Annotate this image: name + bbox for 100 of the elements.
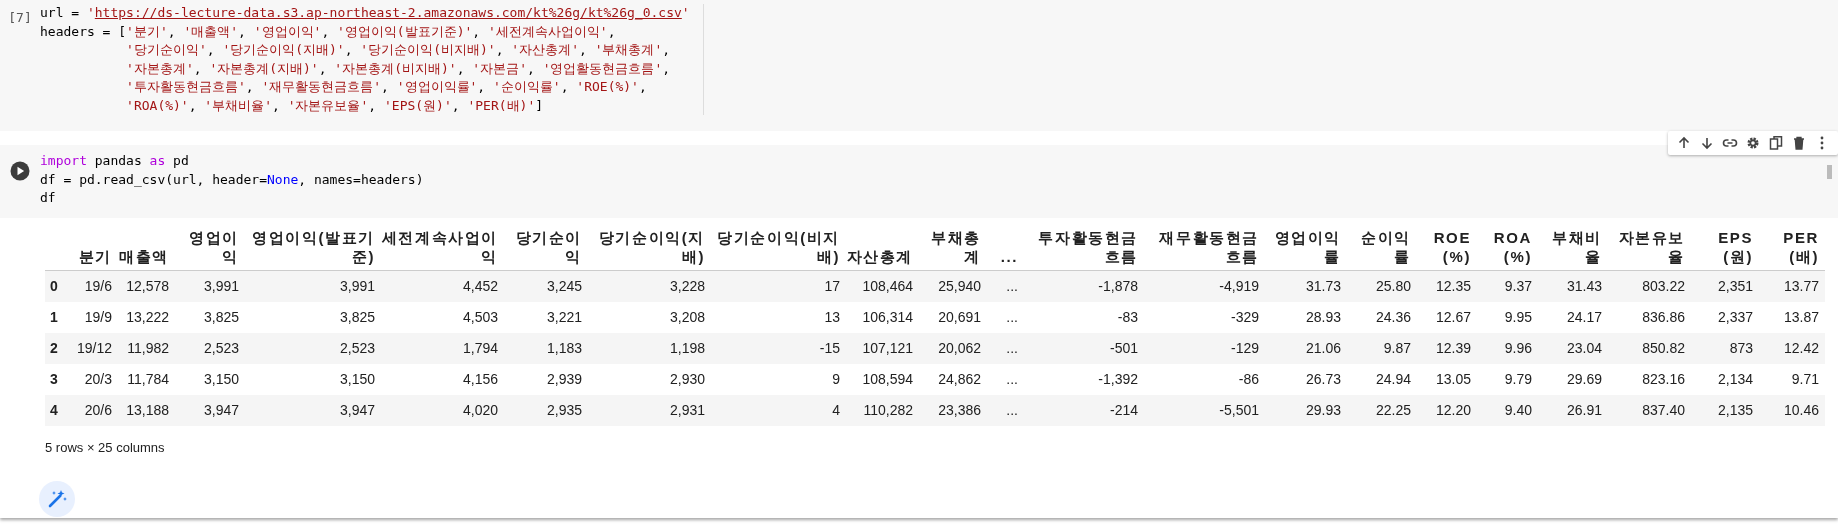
table-cell: ... bbox=[987, 394, 1024, 426]
table-cell: 1,794 bbox=[381, 332, 504, 364]
table-cell: 3,825 bbox=[175, 301, 245, 333]
column-header: 영업이익(발표기준) bbox=[245, 227, 381, 270]
code-line: '자본총계', '자본총계(지배)', '자본총계(비지배)', '자본금', '영업활동현금흐름', bbox=[125, 59, 671, 78]
trash-icon[interactable] bbox=[1791, 135, 1807, 151]
table-cell: 2,337 bbox=[1691, 301, 1759, 333]
table-cell: 20,062 bbox=[919, 332, 987, 364]
table-cell: 12.42 bbox=[1759, 332, 1825, 364]
table-cell: 12.39 bbox=[1417, 332, 1477, 364]
table-cell: 9.87 bbox=[1347, 332, 1417, 364]
execution-count: [7] bbox=[8, 10, 32, 27]
table-cell: 29.93 bbox=[1265, 394, 1347, 426]
table-cell: 12.67 bbox=[1417, 301, 1477, 333]
table-cell: 3,245 bbox=[504, 270, 588, 302]
table-cell: 12,578 bbox=[118, 270, 175, 302]
code-line: 'ROA(%)', '부채비율', '자본유보율', 'EPS(원)', 'PER(배)'] bbox=[125, 96, 544, 115]
table-cell: 4,156 bbox=[381, 363, 504, 395]
table-cell: 31.73 bbox=[1265, 270, 1347, 302]
table-cell: 3,228 bbox=[588, 270, 711, 302]
table-cell: -5,501 bbox=[1144, 394, 1265, 426]
table-cell: 20/3 bbox=[68, 363, 118, 395]
table-cell: 850.82 bbox=[1608, 332, 1691, 364]
magic-wand-button[interactable] bbox=[39, 480, 75, 517]
table-cell: -329 bbox=[1144, 301, 1265, 333]
table-cell: 13.05 bbox=[1417, 363, 1477, 395]
row-index: 2 bbox=[45, 332, 68, 364]
table-cell: ... bbox=[987, 301, 1024, 333]
column-header: 투자활동현금흐름 bbox=[1024, 227, 1144, 270]
table-cell: 3,221 bbox=[504, 301, 588, 333]
table-cell: 3,208 bbox=[588, 301, 711, 333]
table-cell: 3,150 bbox=[175, 363, 245, 395]
column-header: 매출액 bbox=[118, 227, 175, 270]
table-cell: 2,351 bbox=[1691, 270, 1759, 302]
down-arrow-icon[interactable] bbox=[1699, 135, 1715, 151]
table-cell: 12.20 bbox=[1417, 394, 1477, 426]
column-header: 부채비율 bbox=[1538, 227, 1608, 270]
code-line: '당기순이익', '당기순이익(지배)', '당기순이익(비지배)', '자산총계', '부채총계', bbox=[125, 41, 671, 59]
table-cell: 13.87 bbox=[1759, 301, 1825, 333]
table-cell: 11,784 bbox=[118, 363, 175, 395]
table-cell: 9 bbox=[711, 363, 846, 395]
table-cell: 2,134 bbox=[1691, 363, 1759, 395]
table-cell: 4,503 bbox=[381, 301, 504, 333]
table-cell: 108,464 bbox=[846, 270, 919, 302]
row-column-count: 5 rows × 25 columns bbox=[45, 439, 166, 455]
column-header: 영업이익률 bbox=[1265, 227, 1347, 270]
table-cell: -4,919 bbox=[1144, 270, 1265, 302]
column-header: 당기순이익 bbox=[504, 227, 588, 270]
table-cell: 2,523 bbox=[175, 332, 245, 364]
url-link[interactable]: https://ds-lecture-data.s3.ap-northeast-2.amazonaws.com/kt%26g/kt%26g_0.csv bbox=[94, 5, 682, 20]
table-cell: 19/12 bbox=[68, 332, 118, 364]
table-cell: 22.25 bbox=[1347, 394, 1417, 426]
table-cell: 3,150 bbox=[245, 363, 381, 395]
table-cell: 23.04 bbox=[1538, 332, 1608, 364]
table-cell: 28.93 bbox=[1265, 301, 1347, 333]
table-cell: 9.79 bbox=[1477, 363, 1538, 395]
table-cell: 2,135 bbox=[1691, 394, 1759, 426]
table-cell: 13,222 bbox=[118, 301, 175, 333]
column-header: 당기순이익(비지배) bbox=[711, 227, 846, 270]
table-cell: 836.86 bbox=[1608, 301, 1691, 333]
column-header: EPS(원) bbox=[1691, 227, 1759, 270]
table-cell: 2,523 bbox=[245, 332, 381, 364]
table-cell: 1,183 bbox=[504, 332, 588, 364]
column-header: 분기 bbox=[68, 227, 118, 270]
scrollbar[interactable] bbox=[1827, 165, 1832, 179]
table-cell: 837.40 bbox=[1608, 394, 1691, 426]
run-button[interactable] bbox=[10, 161, 30, 181]
table-cell: 24.36 bbox=[1347, 301, 1417, 333]
table-cell: 9.37 bbox=[1477, 270, 1538, 302]
column-header: 영업이익 bbox=[175, 227, 245, 270]
table-cell: 873 bbox=[1691, 332, 1759, 364]
table-cell: 3,947 bbox=[175, 394, 245, 426]
table-cell: 2,935 bbox=[504, 394, 588, 426]
table-cell: 107,121 bbox=[846, 332, 919, 364]
table-cell: 9.71 bbox=[1759, 363, 1825, 395]
table-cell: 2,930 bbox=[588, 363, 711, 395]
code-line: df = pd.read_csv(url, header=None, names=headers) bbox=[40, 170, 424, 189]
table-cell: 13 bbox=[711, 301, 846, 333]
table-cell: 19/9 bbox=[68, 301, 118, 333]
code-line: headers = ['분기', '매출액', '영업이익', '영업이익(발표기준)', '세전계속사업이익', bbox=[40, 22, 616, 41]
table-cell: 20/6 bbox=[68, 394, 118, 426]
table-cell: 108,594 bbox=[846, 363, 919, 395]
table-cell: 29.69 bbox=[1538, 363, 1608, 395]
code-line: url = 'https://ds-lecture-data.s3.ap-northeast-2.amazonaws.com/kt%26g/kt%26g_0.csv' bbox=[40, 4, 690, 22]
table-cell: 24.17 bbox=[1538, 301, 1608, 333]
up-arrow-icon[interactable] bbox=[1676, 135, 1692, 151]
table-cell: 110,282 bbox=[846, 394, 919, 426]
row-index: 3 bbox=[45, 363, 68, 395]
table-cell: ... bbox=[987, 270, 1024, 302]
column-header: 세전계속사업이익 bbox=[381, 227, 504, 270]
table-cell: 2,939 bbox=[504, 363, 588, 395]
copy-icon[interactable] bbox=[1768, 135, 1784, 151]
settings-icon[interactable] bbox=[1745, 135, 1761, 151]
table-cell: -501 bbox=[1024, 332, 1144, 364]
table-cell: 17 bbox=[711, 270, 846, 302]
table-cell: -86 bbox=[1144, 363, 1265, 395]
table-cell: 23,386 bbox=[919, 394, 987, 426]
column-header: 당기순이익(지배) bbox=[588, 227, 711, 270]
column-header: 부채총계 bbox=[919, 227, 987, 270]
table-cell: 31.43 bbox=[1538, 270, 1608, 302]
